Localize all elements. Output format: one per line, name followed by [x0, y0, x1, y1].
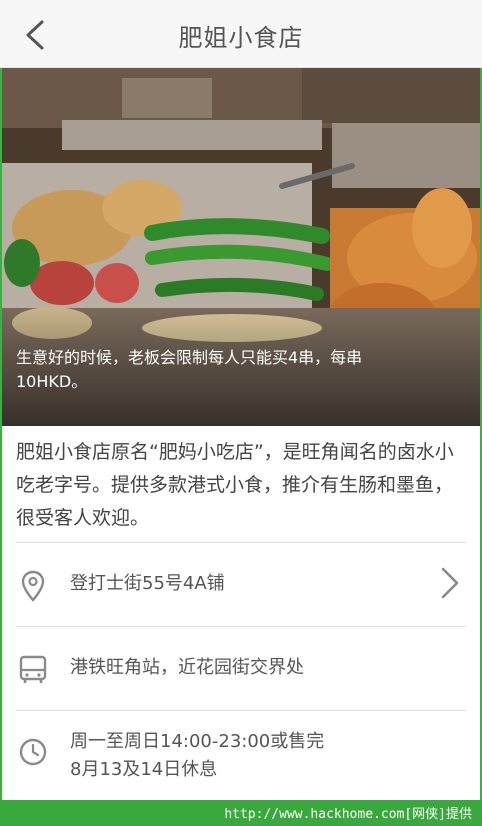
site-watermark: http://www.hackhome.com[网侠]提供 [224, 807, 472, 822]
clock-icon [19, 738, 47, 766]
shop-description: 肥姐小食店原名“肥妈小吃店”，是旺角闻名的卤水小吃老字号。提供多款港式小食，推介… [16, 441, 454, 529]
closed-days-text: 8月13及14日休息 [70, 759, 218, 780]
photo-carousel[interactable]: 生意好的时候，老板会限制每人只能买4串，每串10HKD。 [2, 68, 480, 426]
location-pin-icon [21, 570, 45, 602]
top-bar: 肥姐小食店 [0, 0, 482, 68]
hours-row: 周一至周日14:00-23:00或售完 8月13及14日休息 [16, 710, 466, 794]
chevron-right-icon [441, 567, 459, 599]
hours-text: 周一至周日14:00-23:00或售完 [70, 731, 325, 752]
bus-icon [19, 655, 47, 683]
address-row[interactable]: 登打士街55号4A铺 [16, 542, 466, 626]
footer-bar: http://www.hackhome.com[网侠]提供 [0, 800, 482, 826]
address-text: 登打士街55号4A铺 [70, 573, 225, 594]
transit-row: 港铁旺角站，近花园街交界处 [16, 626, 466, 710]
page-title: 肥姐小食店 [178, 24, 304, 52]
photo-caption: 生意好的时候，老板会限制每人只能买4串，每串10HKD。 [16, 348, 363, 391]
transit-text: 港铁旺角站，近花园街交界处 [70, 657, 304, 678]
